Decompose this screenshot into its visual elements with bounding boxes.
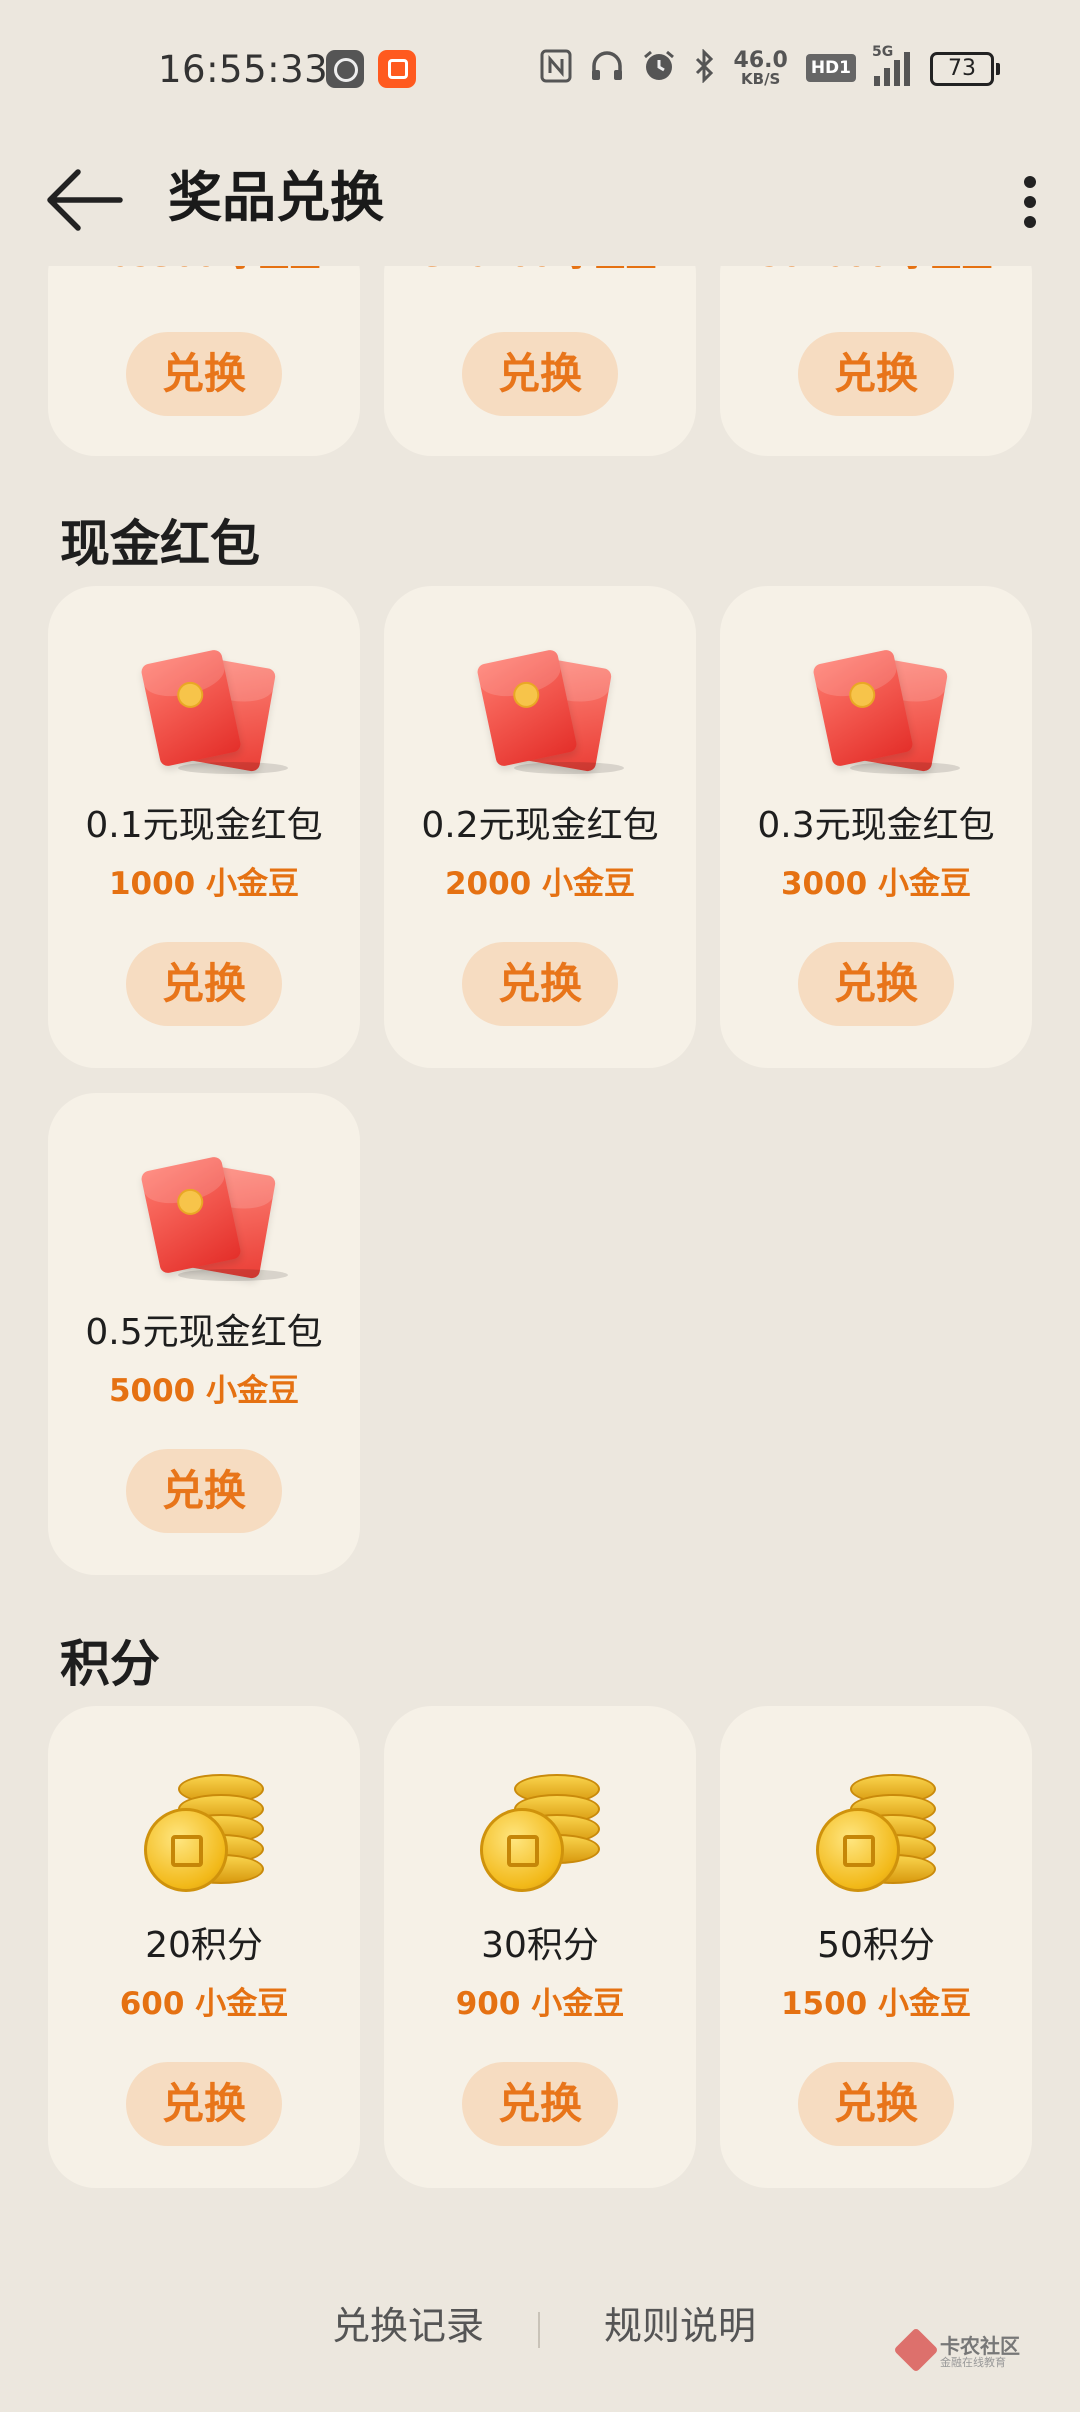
prize-card: 501600 小金豆 兑换 [720, 266, 1032, 456]
rules-link[interactable]: 规则说明 [604, 2300, 756, 2353]
prize-card-red-packet-0-5: 0.5元现金红包 5000 小金豆 兑换 [48, 1093, 360, 1575]
hd-call-badge: HD1 [805, 54, 856, 82]
prize-name: 0.2元现金红包 [421, 805, 659, 846]
prize-price: 5000 小金豆 [108, 1373, 300, 1409]
redeem-button[interactable]: 兑换 [798, 332, 954, 416]
redeem-button[interactable]: 兑换 [462, 942, 618, 1026]
redeem-button[interactable]: 兑换 [798, 942, 954, 1026]
prize-name: 30积分 [481, 1925, 599, 1966]
gold-coins-icon [480, 1764, 610, 1894]
status-time: 16:55:33 [158, 48, 329, 91]
nfc-icon [540, 49, 572, 88]
gold-coins-icon [816, 1764, 946, 1894]
redeem-button[interactable]: 兑换 [462, 332, 618, 416]
footer-divider [538, 2312, 540, 2348]
gold-coins-icon [144, 1764, 274, 1894]
prize-card-red-packet-0-2: 0.2元现金红包 2000 小金豆 兑换 [384, 586, 696, 1068]
prize-price: 501600 小金豆 [720, 266, 1032, 275]
kuaishou-icon [378, 50, 416, 88]
prize-price: 165300 小金豆 [48, 266, 360, 275]
prize-price: 1500 小金豆 [780, 1986, 972, 2022]
section-title-cash-red-packet: 现金红包 [60, 515, 260, 573]
network-speed-value: 46.0 [733, 47, 788, 73]
red-envelope-icon [138, 648, 288, 774]
prize-price: 376200 小金豆 [384, 266, 696, 275]
alarm-icon [642, 49, 676, 88]
prize-card-points-50: 50积分 1500 小金豆 兑换 [720, 1706, 1032, 2188]
app-header: 奖品兑换 [0, 140, 1080, 270]
prize-image [384, 644, 696, 774]
prize-card-red-packet-0-3: 0.3元现金红包 3000 小金豆 兑换 [720, 586, 1032, 1068]
more-vertical-icon [1024, 176, 1036, 228]
signal-strength-icon: 5G [872, 44, 910, 86]
redeem-button[interactable]: 兑换 [462, 2062, 618, 2146]
watermark: 卡农社区 金融在线教育 [893, 2327, 1020, 2374]
network-speed-unit: KB/S [741, 69, 781, 88]
section-title-points: 积分 [60, 1635, 160, 1693]
video-app-icon [326, 50, 364, 88]
redeem-records-link[interactable]: 兑换记录 [332, 2300, 484, 2353]
red-envelope-icon [474, 648, 624, 774]
prize-name: 0.3元现金红包 [757, 805, 995, 846]
status-bar: 16:55:33 46.0 KB/S HD1 5G 73 [0, 0, 1080, 140]
more-options-button[interactable] [998, 166, 1062, 238]
prize-image [48, 1151, 360, 1281]
redeem-button[interactable]: 兑换 [126, 332, 282, 416]
watermark-logo-icon [893, 2327, 939, 2373]
back-button[interactable] [44, 164, 126, 236]
footer-bar: 兑换记录 规则说明 卡农社区 金融在线教育 [0, 2276, 1080, 2412]
prize-image [720, 1764, 1032, 1894]
prize-card: 376200 小金豆 兑换 [384, 266, 696, 456]
back-arrow-icon [47, 169, 123, 231]
page-title: 奖品兑换 [168, 166, 384, 229]
bluetooth-icon [694, 47, 716, 88]
prize-price: 900 小金豆 [455, 1986, 625, 2022]
red-envelope-icon [810, 648, 960, 774]
red-envelope-icon [138, 1155, 288, 1281]
network-type-label: 5G [872, 44, 894, 60]
prize-card-red-packet-0-1: 0.1元现金红包 1000 小金豆 兑换 [48, 586, 360, 1068]
prize-price: 3000 小金豆 [780, 866, 972, 902]
prize-card-points-20: 20积分 600 小金豆 兑换 [48, 1706, 360, 2188]
watermark-subtitle: 金融在线教育 [940, 2356, 1006, 2369]
prize-image [48, 644, 360, 774]
prize-name: 0.1元现金红包 [85, 805, 323, 846]
network-speed: 46.0 KB/S [733, 47, 788, 88]
prize-price: 600 小金豆 [119, 1986, 289, 2022]
prize-list[interactable]: 165300 小金豆 兑换 376200 小金豆 兑换 501600 小金豆 兑… [0, 266, 1080, 2276]
status-icons: 46.0 KB/S HD1 5G [540, 44, 910, 92]
prize-name: 20积分 [145, 1925, 263, 1966]
redeem-button[interactable]: 兑换 [798, 2062, 954, 2146]
headphones-icon [590, 50, 624, 87]
prize-image [48, 1764, 360, 1894]
battery-indicator: 73 [930, 52, 1000, 86]
redeem-button[interactable]: 兑换 [126, 942, 282, 1026]
prize-card: 165300 小金豆 兑换 [48, 266, 360, 456]
prize-image [384, 1764, 696, 1894]
prize-card-points-30: 30积分 900 小金豆 兑换 [384, 1706, 696, 2188]
redeem-button[interactable]: 兑换 [126, 1449, 282, 1533]
prize-name: 0.5元现金红包 [85, 1312, 323, 1353]
redeem-button[interactable]: 兑换 [126, 2062, 282, 2146]
prize-price: 2000 小金豆 [444, 866, 636, 902]
prize-image [720, 644, 1032, 774]
prize-price: 1000 小金豆 [108, 866, 300, 902]
prize-name: 50积分 [817, 1925, 935, 1966]
